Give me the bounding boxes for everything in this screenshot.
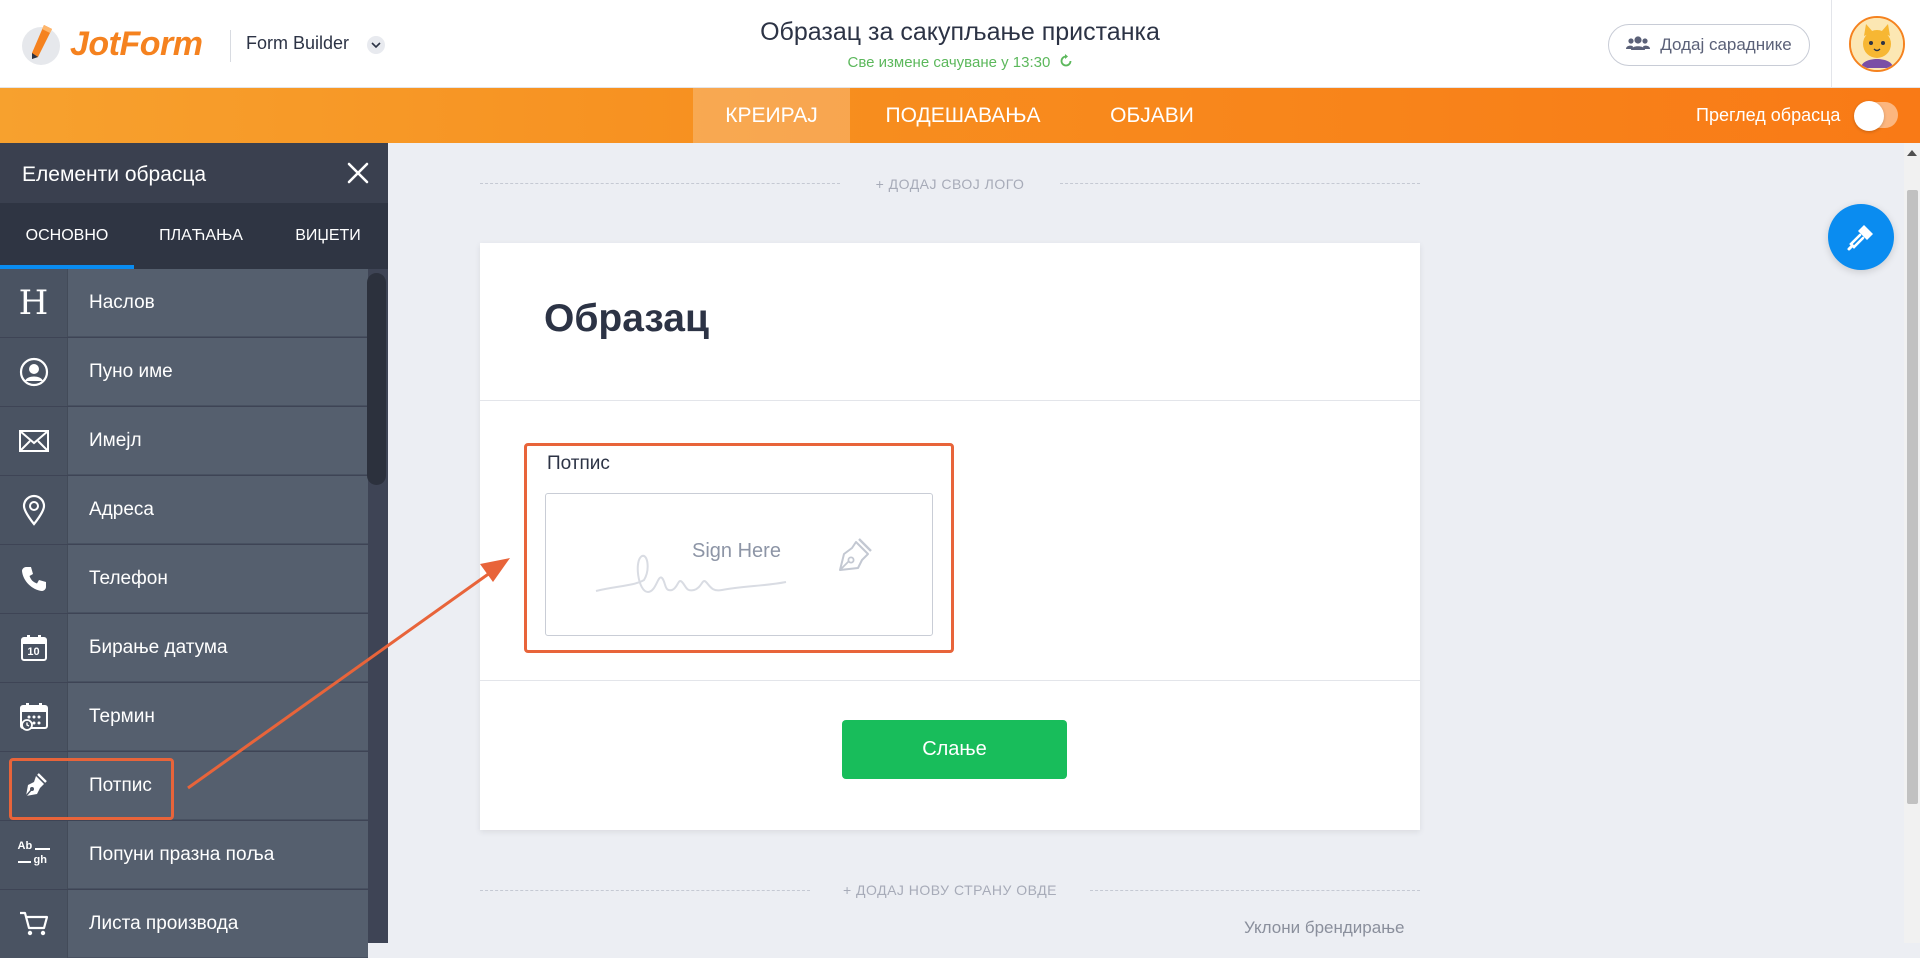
cart-icon — [0, 890, 68, 958]
dashed-divider — [1060, 183, 1420, 184]
element-full-name[interactable]: Пуно име — [0, 338, 368, 406]
panel-tabs: ОСНОВНО ПЛАЋАЊА ВИЏЕТИ — [0, 203, 388, 269]
add-collaborators-button[interactable]: Додај сараднике — [1608, 24, 1810, 66]
add-page-link[interactable]: + ДОДАЈ НОВУ СТРАНУ ОВДЕ — [820, 882, 1080, 898]
element-label: Наслов — [89, 292, 155, 313]
element-appointment[interactable]: Термин — [0, 683, 368, 751]
signature-element-highlight — [9, 758, 174, 820]
element-product-list[interactable]: Листа производа — [0, 890, 368, 958]
remove-branding-link[interactable]: Уклони брендирање — [1244, 918, 1404, 938]
heading-icon: H — [0, 269, 68, 337]
element-label: Адреса — [89, 499, 154, 520]
signature-scribble — [595, 554, 787, 594]
element-label: Попуни празна поља — [89, 844, 275, 865]
element-email[interactable]: Имејл — [0, 407, 368, 475]
element-heading[interactable]: H Наслов — [0, 269, 368, 337]
element-phone[interactable]: Телефон — [0, 545, 368, 613]
header-divider — [230, 30, 231, 62]
tab-settings[interactable]: ПОДЕШАВАЊА — [870, 88, 1056, 143]
panel-header: Елементи обрасца — [0, 143, 388, 203]
top-header: JotForm Form Builder Образац за сакупљањ… — [0, 0, 1920, 88]
form-card: Образац Потпис Sign Here Слање — [480, 243, 1420, 830]
dashed-divider — [1090, 890, 1420, 891]
panel-title: Елементи обрасца — [22, 163, 207, 186]
chevron-down-icon[interactable] — [367, 36, 385, 54]
refresh-icon[interactable] — [1059, 54, 1073, 72]
user-circle-icon — [0, 338, 68, 406]
envelope-icon — [0, 407, 68, 475]
add-collaborators-label: Додај сараднике — [1660, 35, 1792, 54]
pen-nib-icon — [834, 536, 874, 577]
element-label: Листа производа — [89, 913, 239, 934]
submit-button[interactable]: Слање — [842, 720, 1067, 779]
element-label: Имејл — [89, 430, 142, 451]
element-fill-blank[interactable]: Ab gh Попуни празна поља — [0, 821, 368, 889]
form-preview-label: Преглед обрасца — [1696, 105, 1841, 125]
users-icon — [1626, 35, 1651, 56]
signature-placeholder: Sign Here — [692, 540, 781, 562]
map-pin-icon — [0, 476, 68, 544]
element-label: Бирање датума — [89, 637, 228, 658]
header-divider-right — [1831, 0, 1832, 88]
tab-publish[interactable]: ОБЈАВИ — [1090, 88, 1214, 143]
form-elements-panel: Елементи обрасца ОСНОВНО ПЛАЋАЊА ВИЏЕТИ … — [0, 143, 388, 958]
main-nav: КРЕИРАЈ ПОДЕШАВАЊА ОБЈАВИ Преглед обрасц… — [0, 88, 1920, 143]
cat-avatar-icon — [1851, 18, 1903, 70]
avatar[interactable] — [1849, 16, 1905, 72]
dashed-divider — [480, 890, 810, 891]
tab-create[interactable]: КРЕИРАЈ — [693, 88, 850, 143]
element-label: Телефон — [89, 568, 168, 589]
element-label: Термин — [89, 706, 155, 727]
heading-glyph: H — [18, 283, 49, 323]
card-divider — [480, 680, 1420, 681]
form-preview-toggle-knob[interactable] — [1854, 101, 1884, 131]
panel-tab-widgets[interactable]: ВИЏЕТИ — [268, 203, 388, 269]
save-status-text: Све измене сачуване у 13:30 — [847, 54, 1051, 71]
brand-name: JotForm — [70, 24, 203, 63]
signature-pad[interactable]: Sign Here — [545, 493, 933, 636]
signature-field-label[interactable]: Потпис — [547, 453, 610, 475]
fill-blank-line — [34, 848, 50, 850]
scroll-up-arrow-icon[interactable] — [1907, 150, 1917, 156]
paint-roller-icon — [1847, 225, 1873, 251]
fill-blank-line — [17, 861, 31, 863]
form-heading[interactable]: Образац — [544, 297, 709, 341]
appointment-icon — [0, 683, 68, 751]
close-icon[interactable] — [344, 159, 372, 187]
form-designer-button[interactable] — [1828, 204, 1894, 270]
element-date-picker[interactable]: 10 Бирање датума — [0, 614, 368, 682]
fill-blank-bottom-text: gh — [33, 854, 47, 866]
panel-tab-payments[interactable]: ПЛАЋАЊА — [134, 203, 268, 269]
phone-icon — [0, 545, 68, 613]
fill-blank-icon: Ab gh — [0, 821, 68, 889]
jotform-logo[interactable]: JotForm — [18, 20, 203, 68]
page-scrollbar-thumb[interactable] — [1907, 190, 1918, 804]
element-label: Пуно име — [89, 361, 173, 382]
jotform-logo-icon — [18, 21, 64, 67]
dashed-divider — [480, 183, 840, 184]
fill-blank-top-text: Ab — [17, 840, 33, 852]
builder-switcher-label[interactable]: Form Builder — [246, 33, 349, 54]
add-logo-link[interactable]: + ДОДАЈ СВОЈ ЛОГО — [860, 176, 1040, 192]
card-divider — [480, 400, 1420, 401]
element-address[interactable]: Адреса — [0, 476, 368, 544]
panel-tab-basic[interactable]: ОСНОВНО — [0, 203, 134, 269]
calendar-icon: 10 — [0, 614, 68, 682]
panel-scrollbar-thumb[interactable] — [367, 273, 386, 485]
calendar-day: 10 — [27, 646, 40, 658]
